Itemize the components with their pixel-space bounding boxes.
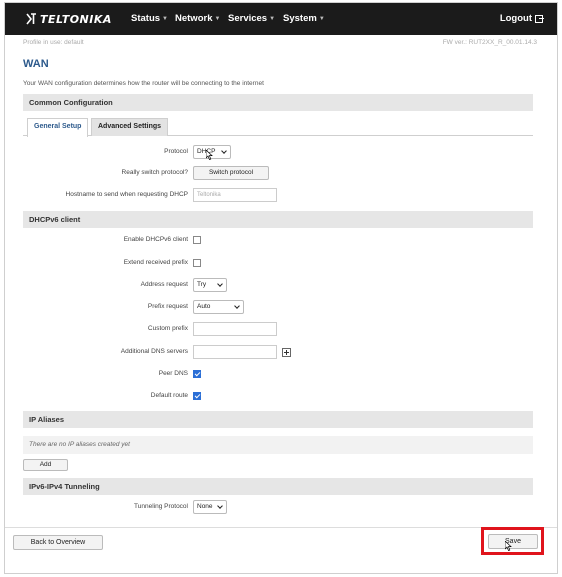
enable-dhcpv6-label: Enable DHCPv6 client <box>123 236 188 243</box>
page-description: Your WAN configuration determines how th… <box>23 80 264 87</box>
page-title: WAN <box>23 58 49 70</box>
nav-status[interactable]: Status ▼ <box>131 13 168 24</box>
chevron-down-icon: ▼ <box>269 16 276 22</box>
chevron-down-icon: ▼ <box>162 16 168 22</box>
firmware-version: FW ver.: RUT2XX_R_00.01.14.3 <box>442 39 537 46</box>
tab-advanced-settings[interactable]: Advanced Settings <box>91 118 169 136</box>
chevron-down-icon <box>217 281 223 287</box>
tunneling-protocol-label: Tunneling Protocol <box>134 503 188 510</box>
default-route-label: Default route <box>150 392 188 399</box>
profile-text: Profile in use: default <box>23 39 84 46</box>
switch-protocol-button[interactable]: Switch protocol <box>193 166 269 180</box>
chevron-down-icon <box>217 503 223 509</box>
browser-frame: TELTONIKA Status ▼ Network ▼ Services ▼ Sys… <box>4 2 558 574</box>
tunneling-protocol-value: None <box>197 503 213 510</box>
nav-status-label: Status <box>131 13 161 24</box>
footer-divider <box>5 527 557 528</box>
switch-protocol-row: Really switch protocol? Switch protocol <box>23 166 533 182</box>
chevron-down-icon: ▼ <box>214 16 221 22</box>
tab-general-setup[interactable]: General Setup <box>27 118 89 137</box>
address-request-row: Address request Try <box>23 278 533 294</box>
address-request-value: Try <box>197 281 207 288</box>
ip-aliases-empty-message: There are no IP aliases created yet <box>23 436 533 454</box>
protocol-row: Protocol DHCP <box>23 145 533 161</box>
dns-servers-row: Additional DNS servers <box>23 345 533 361</box>
prefix-request-row: Prefix request Auto <box>23 300 533 316</box>
tunneling-protocol-row: Tunneling Protocol None <box>23 500 533 516</box>
enable-dhcpv6-checkbox[interactable] <box>193 236 201 244</box>
nav-network-label: Network <box>175 13 213 24</box>
hostname-label: Hostname to send when requesting DHCP <box>65 191 188 198</box>
custom-prefix-row: Custom prefix <box>23 322 533 338</box>
chevron-down-icon <box>234 303 240 309</box>
dns-servers-label: Additional DNS servers <box>120 348 188 355</box>
hostname-input[interactable]: Teltonika <box>193 188 277 202</box>
common-configuration-heading: Common Configuration <box>23 94 533 111</box>
protocol-label: Protocol <box>164 148 188 155</box>
peer-dns-checkbox[interactable] <box>193 370 201 378</box>
tunneling-heading: IPv6-IPv4 Tunneling <box>23 478 533 495</box>
hostname-row: Hostname to send when requesting DHCP Te… <box>23 188 533 204</box>
add-dns-plus-icon[interactable] <box>282 348 291 357</box>
default-route-checkbox[interactable] <box>193 392 201 400</box>
top-navbar: TELTONIKA Status ▼ Network ▼ Services ▼ Sys… <box>5 3 557 35</box>
default-route-row: Default route <box>23 389 533 405</box>
tunneling-protocol-select[interactable]: None <box>193 500 227 514</box>
mouse-pointer-icon <box>505 541 512 551</box>
back-to-overview-button[interactable]: Back to Overview <box>13 535 103 550</box>
enable-dhcpv6-row: Enable DHCPv6 client <box>23 233 533 249</box>
custom-prefix-input[interactable] <box>193 322 277 336</box>
switch-protocol-label: Really switch protocol? <box>121 169 188 176</box>
nav-system[interactable]: System ▼ <box>283 13 325 24</box>
prefix-request-value: Auto <box>197 303 211 310</box>
logout-button[interactable]: Logout <box>499 13 544 24</box>
address-request-label: Address request <box>140 281 188 288</box>
chevron-down-icon <box>221 148 227 154</box>
custom-prefix-label: Custom prefix <box>147 325 188 332</box>
peer-dns-label: Peer DNS <box>158 370 188 377</box>
teltonika-logo-icon <box>25 13 38 25</box>
extend-prefix-checkbox[interactable] <box>193 259 201 267</box>
save-button[interactable]: Save <box>488 534 538 549</box>
peer-dns-row: Peer DNS <box>23 367 533 383</box>
ip-aliases-heading: IP Aliases <box>23 411 533 428</box>
nav-services-label: Services <box>228 13 268 24</box>
nav-services[interactable]: Services ▼ <box>228 13 275 24</box>
logout-icon <box>535 14 544 23</box>
prefix-request-select[interactable]: Auto <box>193 300 244 314</box>
teltonika-logo[interactable]: TELTONIKA <box>25 12 112 26</box>
address-request-select[interactable]: Try <box>193 278 227 292</box>
logout-label: Logout <box>499 13 532 24</box>
chevron-down-icon: ▼ <box>318 16 325 22</box>
nav-network[interactable]: Network ▼ <box>175 13 220 24</box>
dns-servers-input[interactable] <box>193 345 277 359</box>
extend-prefix-row: Extend received prefix <box>23 256 533 272</box>
prefix-request-label: Prefix request <box>147 303 188 310</box>
status-subbar: Profile in use: default FW ver.: RUT2XX_… <box>23 39 537 49</box>
nav-system-label: System <box>283 13 317 24</box>
config-tabs: General Setup Advanced Settings <box>23 116 533 137</box>
mouse-pointer-icon <box>206 150 213 160</box>
brand-name: TELTONIKA <box>40 12 112 26</box>
extend-prefix-label: Extend received prefix <box>123 259 188 266</box>
add-alias-button[interactable]: Add <box>23 459 68 471</box>
dhcpv6-client-heading: DHCPv6 client <box>23 211 533 228</box>
